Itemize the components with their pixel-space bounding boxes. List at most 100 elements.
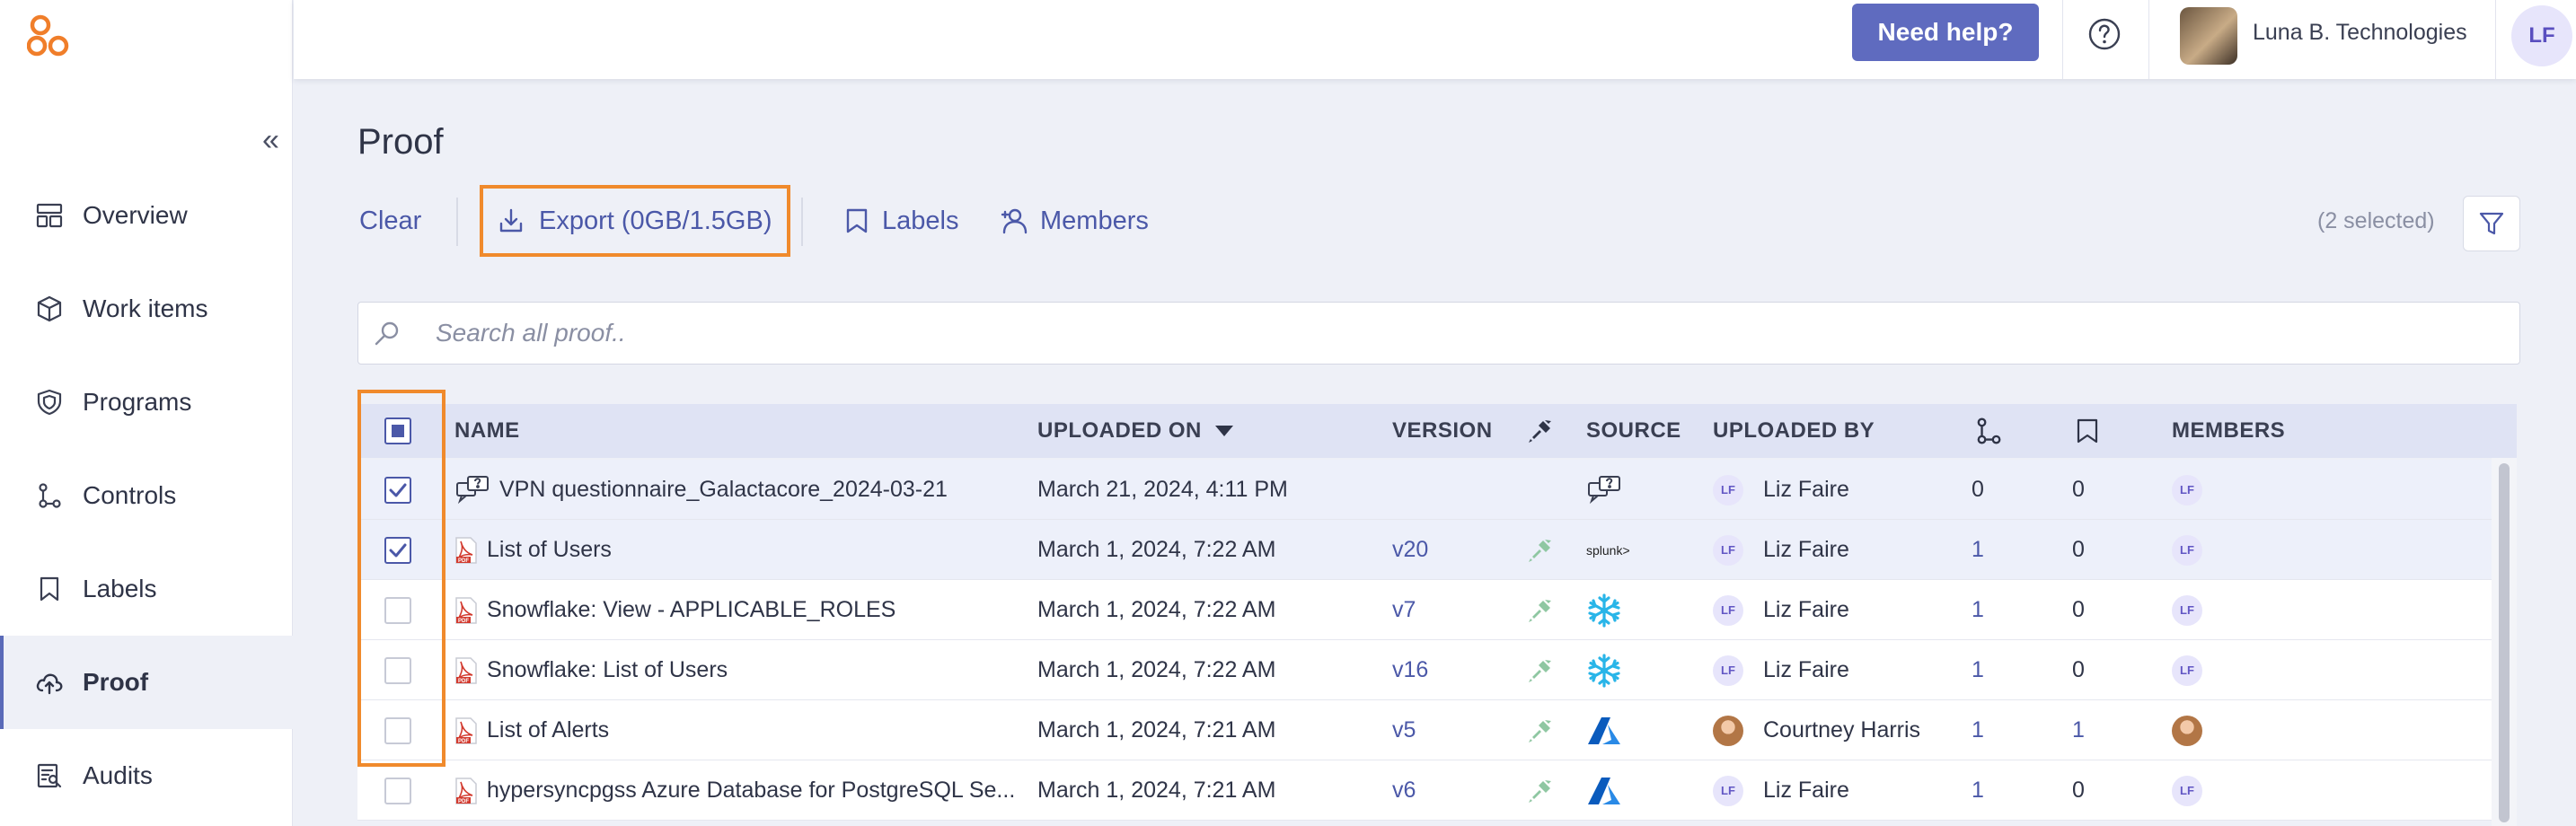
org-avatar[interactable] [2180,7,2237,65]
file-name[interactable]: Snowflake: List of Users [487,657,728,683]
sidebar-item-labels[interactable]: Labels [0,542,293,636]
filter-button[interactable] [2463,196,2520,251]
table-row[interactable]: PDF List of Users March 1, 2024, 7:22 AM v2… [357,520,2492,580]
version-link[interactable]: v16 [1392,640,1428,700]
sidebar: « Overview Work items Programs Controls [0,0,293,826]
help-circle-icon[interactable] [2086,16,2122,52]
row-checkbox[interactable] [384,716,411,744]
uploaded-on-cell: March 1, 2024, 7:22 AM [1037,597,1276,622]
file-name[interactable]: List of Users [487,537,612,563]
search-icon [375,321,399,346]
uploaded-by-cell: LF Liz Faire [1713,460,1849,520]
sidebar-item-label: Audits [83,761,153,789]
table-row[interactable]: VPN questionnaire_Galactacore_2024-03-21… [357,460,2492,520]
sidebar-item-controls[interactable]: Controls [0,449,293,542]
scrollbar-thumb[interactable] [2499,463,2510,822]
svg-text:PDF: PDF [458,679,469,684]
sidebar-item-label: Labels [83,575,157,602]
labels-count: 0 [2072,477,2085,502]
need-help-button[interactable]: Need help? [1852,4,2039,61]
version-link[interactable]: v7 [1392,580,1416,640]
file-name[interactable]: VPN questionnaire_Galactacore_2024-03-21 [499,477,948,503]
table-row[interactable]: PDF hypersyncpgss Azure Database for Post… [357,760,2492,821]
version-link[interactable]: v20 [1392,520,1428,580]
file-name[interactable]: List of Alerts [487,717,609,743]
label-icon [34,574,65,604]
member-avatar: LF [2172,775,2202,806]
member-avatar: LF [2172,534,2202,566]
user-avatar[interactable]: LF [2511,5,2572,66]
column-header-uploaded-by[interactable]: UPLOADED BY [1713,404,1875,458]
column-header-source[interactable]: SOURCE [1586,404,1681,458]
sidebar-item-label: Programs [83,388,192,416]
sidebar-item-audits[interactable]: Audits [0,729,293,822]
selected-count: (2 selected) [2317,208,2435,233]
sidebar-item-proof[interactable]: Proof [0,636,293,729]
row-select-cell [384,640,411,700]
org-name[interactable]: Luna B. Technologies [2253,20,2467,46]
row-checkbox[interactable] [384,596,411,624]
version-link[interactable]: v6 [1392,760,1416,821]
controls-count[interactable]: 1 [1972,520,1984,580]
row-select-cell [384,700,411,760]
pdf-icon: PDF [454,777,478,804]
file-name[interactable]: hypersyncpgss Azure Database for Postgre… [487,778,1015,804]
plug-icon [1527,657,1554,684]
uploaded-by-cell: Courtney Harris [1713,700,1920,760]
uploader-name: Liz Faire [1763,477,1849,502]
app-logo-icon[interactable] [27,13,72,59]
sidebar-item-work-items[interactable]: Work items [0,262,293,356]
table-row[interactable]: PDF Snowflake: View - APPLICABLE_ROLES Mar… [357,580,2492,640]
version-link[interactable]: v5 [1392,700,1416,760]
sidebar-item-programs[interactable]: Programs [0,356,293,449]
svg-text:PDF: PDF [458,739,469,744]
controls-count[interactable]: 1 [1972,700,1984,760]
uploader-avatar: LF [1713,655,1743,686]
table-row[interactable]: PDF List of Alerts March 1, 2024, 7:21 AM v… [357,700,2492,760]
file-name[interactable]: Snowflake: View - APPLICABLE_ROLES [487,597,895,623]
column-header-label: UPLOADED ON [1037,418,1202,443]
collapse-sidebar-button[interactable]: « [262,122,279,158]
labels-count[interactable]: 1 [2072,700,2085,760]
row-checkbox[interactable] [384,777,411,804]
sidebar-item-overview[interactable]: Overview [0,169,293,262]
name-cell: PDF hypersyncpgss Azure Database for Post… [454,760,1029,821]
row-checkbox[interactable] [384,476,411,504]
uploaded-on-cell: March 1, 2024, 7:21 AM [1037,778,1276,803]
clear-button[interactable]: Clear [359,185,421,257]
uploaded-by-cell: LF Liz Faire [1713,760,1849,821]
uploader-name: Courtney Harris [1763,717,1921,743]
snowflake-icon [1586,593,1622,628]
uploader-avatar: LF [1713,474,1743,505]
column-header-name[interactable]: NAME [454,404,520,458]
filter-icon [2479,212,2504,235]
controls-count[interactable]: 1 [1972,640,1984,700]
row-checkbox[interactable] [384,656,411,684]
controls-count[interactable]: 1 [1972,580,1984,640]
row-checkbox[interactable] [384,536,411,564]
row-select-cell [384,760,411,821]
table-row[interactable]: PDF Snowflake: List of Users March 1, 2024… [357,640,2492,700]
svg-text:PDF: PDF [458,619,469,624]
plug-icon [1527,597,1554,624]
column-header-members[interactable]: MEMBERS [2172,404,2285,458]
members-button[interactable]: Members [999,185,1149,257]
sidebar-item-label: Work items [83,294,208,322]
labels-button[interactable]: Labels [844,185,958,257]
uploaded-on-cell: March 1, 2024, 7:21 AM [1037,717,1276,743]
member-avatar: LF [2172,474,2202,505]
column-header-uploaded-on[interactable]: UPLOADED ON [1037,404,1234,458]
search-input[interactable] [436,313,2483,353]
controls-count[interactable]: 1 [1972,760,1984,821]
select-all-checkbox[interactable] [384,417,411,444]
name-cell: PDF Snowflake: List of Users [454,640,1029,700]
uploader-avatar: LF [1713,534,1743,566]
topbar-divider [2148,0,2149,79]
svg-text:PDF: PDF [458,799,469,804]
questionnaire-icon [454,475,490,505]
plug-icon [1527,537,1554,564]
controls-icon [1977,417,2001,444]
plug-icon [1527,717,1554,744]
column-header-version[interactable]: VERSION [1392,404,1493,458]
table-scrollbar[interactable] [2492,458,2517,826]
